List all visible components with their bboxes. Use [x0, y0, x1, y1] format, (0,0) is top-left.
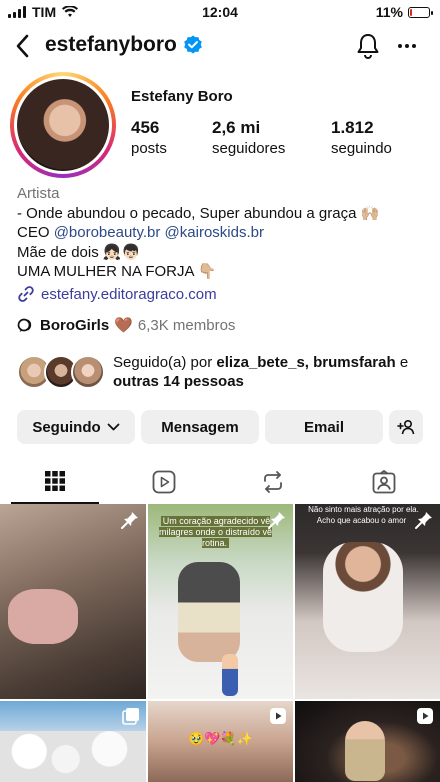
bio-line-1: - Onde abundou o pecado, Super abundou a…: [17, 204, 380, 222]
message-button[interactable]: Mensagem: [141, 410, 259, 444]
stat-posts-count: 456: [131, 118, 160, 137]
follower-avatars: [17, 355, 107, 391]
bell-icon: [357, 34, 379, 59]
category: Artista: [17, 185, 60, 202]
following-button-label: Seguindo: [32, 418, 101, 436]
reels-icon: [152, 470, 176, 494]
channel-emoji: 🤎: [114, 317, 133, 334]
email-button-label: Email: [303, 418, 345, 436]
grid-post[interactable]: [0, 701, 146, 782]
external-link[interactable]: estefany.editoragraco.com: [17, 285, 217, 303]
notifications-button[interactable]: [354, 32, 382, 60]
verified-icon: [184, 35, 202, 54]
stat-following[interactable]: 1.812 seguindo: [331, 118, 392, 157]
following-button[interactable]: Seguindo: [17, 410, 135, 444]
post-image-detail: [222, 654, 238, 696]
bio-line-2: CEO @borobeauty.br @kairoskids.br: [17, 223, 427, 243]
tab-reposts[interactable]: [229, 460, 317, 504]
repost-icon: [264, 471, 282, 493]
suggested-people-button[interactable]: [389, 410, 423, 444]
profile-avatar-story-ring[interactable]: [10, 72, 116, 178]
username: estefanyboro: [45, 33, 203, 57]
grid-post[interactable]: [0, 504, 146, 699]
bio-ceo-label: CEO: [17, 224, 54, 241]
avatar: [71, 355, 105, 389]
email-button[interactable]: Email: [265, 410, 383, 444]
reel-icon: [417, 708, 433, 724]
stat-following-label: seguindo: [331, 140, 392, 157]
grid-post[interactable]: Um coração agradecido vê milagres onde o…: [148, 504, 293, 699]
pin-icon: [121, 512, 138, 529]
channel-members: 6,3K membros: [137, 316, 236, 334]
stat-followers[interactable]: 2,6 mi seguidores: [212, 118, 285, 157]
followed-by-joiner: e: [395, 354, 409, 371]
pin-icon: [268, 512, 285, 529]
carousel-icon: [122, 708, 139, 725]
reel-icon: [270, 708, 286, 724]
tab-posts[interactable]: [11, 460, 99, 504]
mention-borobeauty[interactable]: @borobeauty.br: [54, 224, 161, 241]
battery-level: [410, 8, 412, 16]
bio: Artista - Onde abundou o pecado, Super a…: [17, 184, 427, 282]
stat-followers-count: 2,6 mi: [212, 118, 261, 137]
grid-post[interactable]: [295, 701, 440, 782]
tab-reels[interactable]: [120, 460, 208, 504]
post-caption-text: Um coração agradecido vê milagres onde o…: [158, 516, 273, 548]
status-bar: TIM 12:04 11%: [0, 0, 440, 24]
clock: 12:04: [202, 4, 238, 20]
chevron-down-icon: [107, 423, 120, 431]
bio-line-4: UMA MULHER NA FORJA 👇🏼: [17, 263, 217, 280]
profile-header: estefanyboro: [0, 28, 440, 64]
avatar: [17, 79, 109, 171]
stat-posts-label: posts: [131, 140, 167, 157]
broadcast-channel[interactable]: BoroGirls 🤎 6,3K membros: [17, 316, 235, 334]
username-text: estefanyboro: [45, 33, 177, 56]
more-options-button[interactable]: [394, 32, 420, 60]
add-person-icon: [397, 419, 415, 435]
post-caption: Não sinto mais atração por ela. Acho que…: [305, 504, 420, 526]
link-icon: [18, 286, 34, 302]
stat-posts[interactable]: 456 posts: [131, 118, 167, 157]
followed-by-others: outras 14 pessoas: [113, 373, 244, 390]
stat-followers-label: seguidores: [212, 140, 286, 157]
posts-grid: Um coração agradecido vê milagres onde o…: [0, 504, 440, 782]
grid-post[interactable]: 🥹💖💐✨: [148, 701, 293, 782]
post-image-detail: [0, 731, 146, 782]
pin-icon: [415, 512, 432, 529]
post-image-detail: [178, 562, 240, 662]
back-button[interactable]: [10, 32, 34, 60]
link-text: estefany.editoragraco.com: [41, 285, 217, 303]
message-button-label: Mensagem: [161, 418, 239, 436]
battery-percent: 11%: [375, 4, 403, 20]
profile-tabs: [0, 460, 440, 504]
bio-line-3: Mãe de dois 👧🏻👦🏻: [17, 243, 141, 261]
grid-icon: [45, 471, 65, 491]
followed-by[interactable]: Seguido(a) por eliza_bete_s, brumsfarah …: [17, 353, 427, 393]
profile-actions: Seguindo Mensagem Email: [17, 410, 427, 444]
followed-by-names: eliza_bete_s, brumsfarah: [216, 354, 396, 371]
grid-post[interactable]: Não sinto mais atração por ela. Acho que…: [295, 504, 440, 699]
post-caption: Um coração agradecido vê milagres onde o…: [158, 516, 273, 549]
tagged-icon: [372, 470, 396, 494]
battery-icon: [408, 6, 433, 18]
channel-name: BoroGirls: [40, 316, 110, 334]
post-image-detail: [345, 721, 385, 781]
channel-icon: [17, 318, 32, 332]
tab-tagged[interactable]: [340, 460, 428, 504]
stat-following-count: 1.812: [331, 118, 374, 137]
followed-by-prefix: Seguido(a) por: [113, 354, 217, 371]
back-icon: [16, 34, 29, 58]
status-right: 11%: [375, 4, 433, 20]
more-icon: [398, 44, 402, 48]
mention-kairoskids[interactable]: @kairoskids.br: [165, 224, 264, 241]
post-image-detail: [8, 589, 78, 644]
followed-by-text: Seguido(a) por eliza_bete_s, brumsfarah …: [113, 353, 423, 391]
post-image-detail: [323, 542, 403, 652]
post-caption-text: Não sinto mais atração por ela. Acho que…: [308, 505, 419, 525]
full-name: Estefany Boro: [131, 88, 233, 105]
post-emoji: 🥹💖💐✨: [188, 731, 253, 746]
